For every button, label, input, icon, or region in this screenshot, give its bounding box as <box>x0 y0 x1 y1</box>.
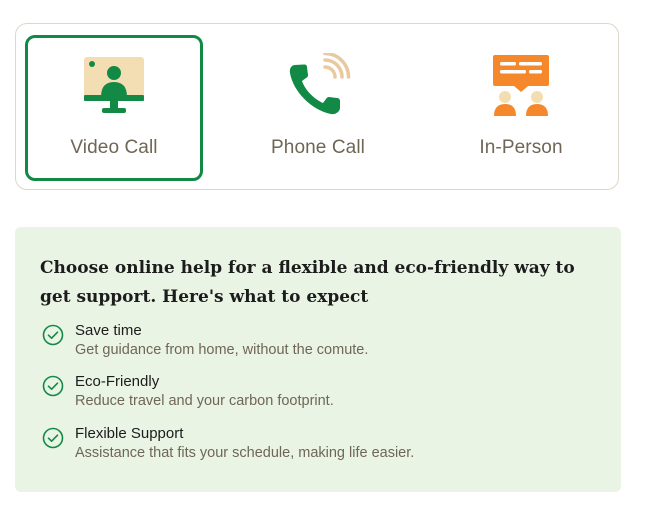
benefit-description: Get guidance from home, without the comu… <box>75 342 369 358</box>
benefit-description: Assistance that fits your schedule, maki… <box>75 445 415 461</box>
benefit-title: Flexible Support <box>75 425 184 442</box>
option-label: Phone Call <box>271 137 365 158</box>
in-person-icon <box>493 55 549 116</box>
info-title: Choose online help for a flexible and ec… <box>40 258 575 307</box>
online-help-info-panel: Choose online help for a flexible and ec… <box>15 227 621 492</box>
benefit-item: Eco-Friendly Reduce travel and your carb… <box>40 373 600 419</box>
option-label: In-Person <box>479 137 563 158</box>
check-circle-icon <box>42 427 64 449</box>
check-circle-icon <box>42 324 64 346</box>
benefit-description: Reduce travel and your carbon footprint. <box>75 393 334 409</box>
option-label: Video Call <box>70 137 158 158</box>
benefit-title: Eco-Friendly <box>75 373 160 390</box>
benefit-item: Flexible Support Assistance that fits yo… <box>40 425 600 471</box>
benefit-item: Save time Get guidance from home, withou… <box>40 322 600 368</box>
contact-method-selector: Video Call Phone Call In-Person <box>15 23 619 190</box>
option-phone-call[interactable]: Phone Call <box>229 35 407 181</box>
benefit-title: Save time <box>75 322 142 339</box>
option-in-person[interactable]: In-Person <box>432 35 610 181</box>
option-video-call[interactable]: Video Call <box>25 35 203 181</box>
check-circle-icon <box>42 375 64 397</box>
phone-call-icon <box>289 53 351 115</box>
video-call-icon <box>84 57 144 113</box>
